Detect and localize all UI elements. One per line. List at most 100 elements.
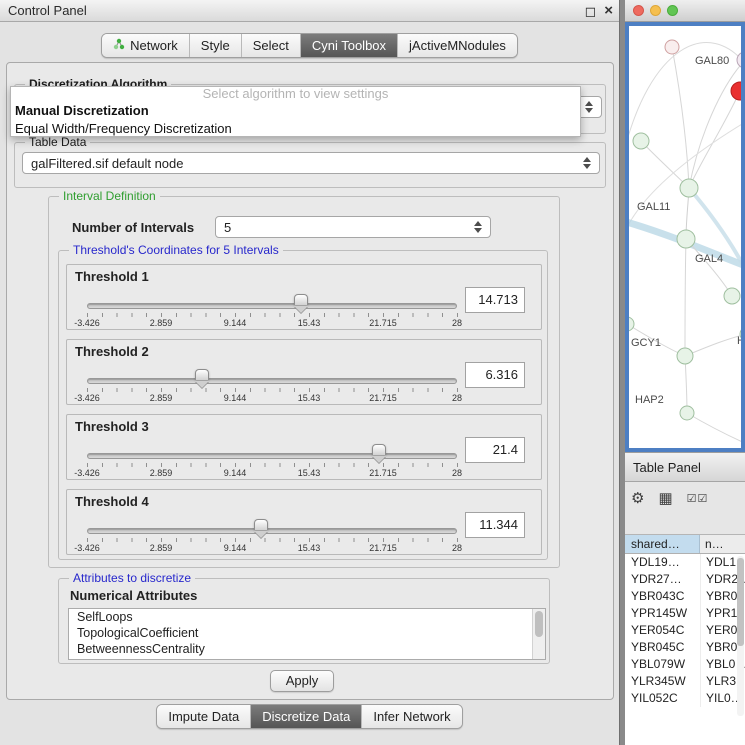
network-edge[interactable] bbox=[689, 188, 741, 281]
network-edge[interactable] bbox=[689, 60, 741, 188]
table-row[interactable]: YBR043CYBR0… bbox=[625, 588, 745, 605]
tab-discretize-data[interactable]: Discretize Data bbox=[250, 705, 361, 728]
apply-button[interactable]: Apply bbox=[270, 670, 334, 692]
group-title: Interval Definition bbox=[59, 189, 160, 203]
dropdown-placeholder-item: Select algorithm to view settings bbox=[11, 87, 580, 102]
network-node[interactable] bbox=[677, 348, 693, 364]
tab-impute-data[interactable]: Impute Data bbox=[157, 705, 250, 728]
tab-cyni-toolbox[interactable]: Cyni Toolbox bbox=[300, 34, 397, 57]
table-vertical-scrollbar[interactable] bbox=[737, 556, 744, 716]
threshold-value-field[interactable]: 11.344 bbox=[465, 512, 525, 538]
gear-icon[interactable]: ⚙ bbox=[631, 488, 644, 510]
table-data-combobox[interactable]: galFiltered.sif default node bbox=[22, 152, 600, 174]
threshold-slider-thumb[interactable] bbox=[254, 519, 268, 530]
network-edge[interactable] bbox=[685, 356, 687, 413]
tab-network[interactable]: Network bbox=[102, 34, 189, 57]
dropdown-option-manual-discretization[interactable]: Manual Discretization bbox=[11, 102, 580, 120]
tab-style[interactable]: Style bbox=[189, 34, 241, 57]
threshold-slider-track[interactable] bbox=[87, 453, 457, 459]
threshold-value-field[interactable]: 21.4 bbox=[465, 437, 525, 463]
table-panel-header[interactable]: Table Panel bbox=[625, 452, 745, 482]
scrollbar-thumb[interactable] bbox=[535, 611, 543, 637]
threshold-1-panel: Threshold 1 -3.426 2.859 9.144 15.43 21.… bbox=[66, 264, 542, 330]
list-item[interactable]: SelfLoops bbox=[69, 609, 545, 625]
tab-infer-network[interactable]: Infer Network bbox=[361, 705, 461, 728]
table-cell[interactable]: YLR345W bbox=[625, 673, 700, 690]
table-cell[interactable]: YDL19… bbox=[625, 554, 700, 571]
threshold-value-field[interactable]: 14.713 bbox=[465, 287, 525, 313]
table-cell[interactable]: YPR145W bbox=[625, 605, 700, 622]
network-node[interactable] bbox=[629, 317, 634, 331]
list-item[interactable]: BetweennessCentrality bbox=[69, 641, 545, 657]
columns-icon[interactable]: ▦ bbox=[658, 488, 672, 510]
table-row[interactable]: YER054CYER0… bbox=[625, 622, 745, 639]
network-node[interactable] bbox=[665, 40, 679, 54]
column-header-name[interactable]: n… bbox=[700, 535, 745, 553]
table-cell[interactable]: YBR043C bbox=[625, 588, 700, 605]
network-window-titlebar bbox=[625, 0, 745, 22]
network-edge[interactable] bbox=[685, 239, 686, 356]
number-of-intervals-combobox[interactable]: 5 bbox=[215, 216, 491, 238]
table-row[interactable]: YDL19…YDL1… bbox=[625, 554, 745, 571]
tab-jactivemnodules[interactable]: jActiveMNodules bbox=[397, 34, 517, 57]
network-node[interactable] bbox=[677, 230, 695, 248]
table-cell[interactable]: YBR045C bbox=[625, 639, 700, 656]
threshold-value-field[interactable]: 6.316 bbox=[465, 362, 525, 388]
tab-label: Network bbox=[130, 38, 178, 53]
algorithm-dropdown-popup: Select algorithm to view settings Manual… bbox=[10, 86, 581, 137]
threshold-slider-track[interactable] bbox=[87, 378, 457, 384]
network-canvas[interactable]: GAL80GAL11GAL4GCY1HAP2H bbox=[629, 26, 741, 448]
column-header-shared[interactable]: shared… bbox=[625, 535, 700, 553]
network-node[interactable] bbox=[724, 288, 740, 304]
tab-label: Select bbox=[253, 38, 289, 53]
tick-label: 9.144 bbox=[224, 393, 247, 403]
close-window-icon[interactable]: × bbox=[604, 4, 613, 18]
minimize-light-icon[interactable] bbox=[650, 5, 661, 16]
list-vertical-scrollbar[interactable] bbox=[532, 609, 545, 659]
network-edge[interactable] bbox=[689, 91, 740, 188]
checkboxes-icon[interactable]: ☑☑ bbox=[687, 488, 709, 510]
table-row[interactable]: YPR145WYPR1… bbox=[625, 605, 745, 622]
network-edge[interactable] bbox=[687, 413, 741, 444]
table-cell[interactable]: YDR27… bbox=[625, 571, 700, 588]
dropdown-option-equal-width-frequency[interactable]: Equal Width/Frequency Discretization bbox=[11, 120, 580, 138]
slider-tick-marks bbox=[87, 463, 458, 467]
threshold-label: Threshold 2 bbox=[75, 344, 149, 359]
threshold-slider-thumb[interactable] bbox=[294, 294, 308, 305]
tick-label: 2.859 bbox=[150, 543, 173, 553]
table-row[interactable]: YBR045CYBR0… bbox=[625, 639, 745, 656]
number-of-intervals-value: 5 bbox=[224, 220, 231, 235]
table-row[interactable]: YBL079WYBL0… bbox=[625, 656, 745, 673]
tab-select[interactable]: Select bbox=[241, 34, 300, 57]
network-edge[interactable] bbox=[685, 334, 741, 356]
network-view-window: GAL80GAL11GAL4GCY1HAP2H bbox=[625, 0, 745, 452]
threshold-slider-track[interactable] bbox=[87, 303, 457, 309]
close-light-icon[interactable] bbox=[633, 5, 644, 16]
network-node[interactable] bbox=[731, 82, 741, 100]
table-header-row: shared… n… bbox=[625, 534, 745, 554]
tick-label: 21.715 bbox=[369, 543, 397, 553]
float-window-icon[interactable]: ◻ bbox=[585, 4, 597, 18]
network-node[interactable] bbox=[680, 406, 694, 420]
network-node[interactable] bbox=[633, 133, 649, 149]
bottom-tabbar: Impute Data Discretize Data Infer Networ… bbox=[0, 704, 619, 729]
zoom-light-icon[interactable] bbox=[667, 5, 678, 16]
network-node[interactable] bbox=[680, 179, 698, 197]
tab-label: jActiveMNodules bbox=[409, 38, 506, 53]
threshold-slider-thumb[interactable] bbox=[195, 369, 209, 380]
table-row[interactable]: YDR27…YDR2… bbox=[625, 571, 745, 588]
slider-tick-marks bbox=[87, 388, 458, 392]
table-cell[interactable]: YBL079W bbox=[625, 656, 700, 673]
tab-label: Impute Data bbox=[168, 709, 239, 724]
table-row[interactable]: YIL052CYIL0… bbox=[625, 690, 745, 707]
scrollbar-thumb[interactable] bbox=[737, 558, 744, 646]
tick-label: -3.426 bbox=[74, 318, 100, 328]
threshold-slider-thumb[interactable] bbox=[372, 444, 386, 455]
network-node-label: GAL4 bbox=[695, 253, 723, 265]
list-item[interactable]: TopologicalCoefficient bbox=[69, 625, 545, 641]
table-row[interactable]: YLR345WYLR3… bbox=[625, 673, 745, 690]
table-cell[interactable]: YER054C bbox=[625, 622, 700, 639]
network-node[interactable] bbox=[737, 52, 741, 68]
table-cell[interactable]: YIL052C bbox=[625, 690, 700, 707]
threshold-slider-track[interactable] bbox=[87, 528, 457, 534]
